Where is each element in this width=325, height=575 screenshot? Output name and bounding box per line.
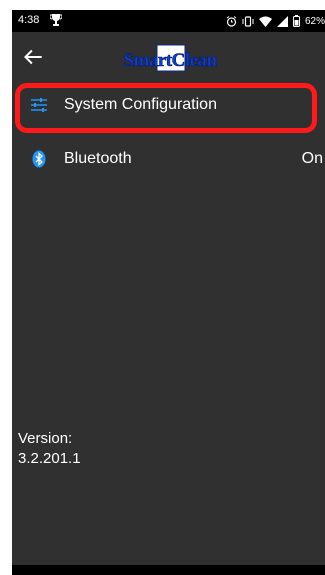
- status-bar: 4:38 62%: [12, 10, 325, 32]
- status-icons: 62%: [226, 13, 325, 29]
- navigation-bar: [12, 565, 325, 575]
- svg-text:SmartClean: SmartClean: [123, 50, 217, 71]
- phone-screen: 4:38 62% SmartClean System Configuration…: [12, 10, 325, 575]
- app-bar: SmartClean: [12, 32, 325, 82]
- battery-icon: [292, 15, 300, 27]
- menu-item-system-configuration[interactable]: System Configuration: [12, 80, 325, 132]
- bluetooth-status-value: On: [301, 150, 323, 167]
- menu-item-label: Bluetooth: [64, 150, 132, 167]
- status-time: 4:38: [18, 14, 40, 26]
- back-arrow-icon[interactable]: [20, 44, 46, 70]
- bluetooth-icon: [32, 150, 46, 168]
- trophy-icon: [50, 14, 62, 26]
- menu-item-bluetooth[interactable]: Bluetooth On: [12, 134, 325, 186]
- wifi-icon: [258, 16, 272, 27]
- alarm-icon: [226, 15, 237, 27]
- signal-icon: [276, 15, 288, 27]
- sliders-icon: [31, 98, 47, 112]
- menu-item-label: System Configuration: [64, 96, 217, 113]
- smartclean-logo: SmartClean: [123, 44, 218, 72]
- version-value: 3.2.201.1: [18, 450, 81, 467]
- version-label: Version:: [18, 430, 73, 447]
- battery-percent: 62%: [304, 15, 325, 27]
- vibrate-icon: [242, 15, 254, 27]
